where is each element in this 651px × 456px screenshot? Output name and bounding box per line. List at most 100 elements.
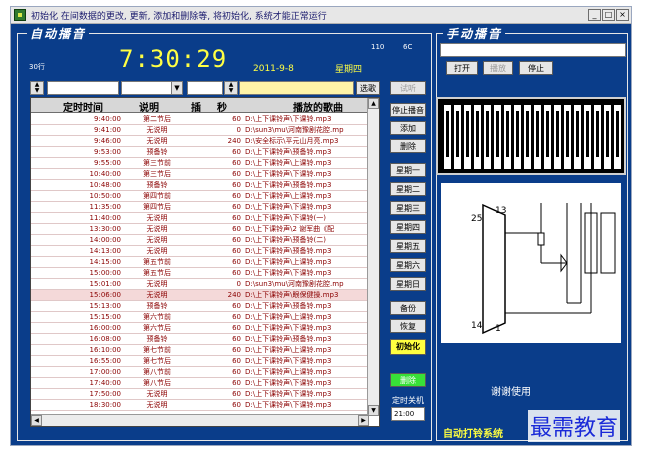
spectrum-gap <box>566 111 569 157</box>
col-desc: 说明 <box>139 103 159 114</box>
svg-text:1: 1 <box>495 324 501 334</box>
table-row[interactable]: 15:13:00 预备铃 60 D:\上下课铃声\预备铃.mp3 <box>31 301 379 312</box>
spectrum-gap <box>606 111 609 157</box>
table-row[interactable]: 11:40:00 无说明 60 D:\上下课铃声\下课铃(一) <box>31 213 379 224</box>
table-row[interactable]: 10:48:00 预备铃 60 D:\上下课铃声\预备铃.mp3 <box>31 180 379 191</box>
manual-group-title: 手动播音 <box>443 25 506 42</box>
open-button[interactable]: 打开 <box>446 61 478 75</box>
status-text: 自动打铃系统 <box>443 429 503 440</box>
row-divider <box>31 410 367 411</box>
weekday-button[interactable]: 星期二 <box>390 182 426 196</box>
vertical-scrollbar[interactable]: ▲ ▼ <box>367 98 379 416</box>
restore-button[interactable]: 恢复 <box>390 319 426 333</box>
table-row[interactable]: 16:55:00 第七节后 60 D:\上下课铃声\下课铃.mp3 <box>31 356 379 367</box>
table-row[interactable]: 14:15:00 第五节前 60 D:\上下课铃声\上课铃.mp3 <box>31 257 379 268</box>
shutdown-time-value: 21:00 <box>394 410 415 418</box>
scroll-up-icon[interactable]: ▲ <box>368 98 379 109</box>
seconds-spinner[interactable]: ▲ ▼ <box>224 81 238 95</box>
table-row[interactable]: 17:40:00 第八节后 60 D:\上下课铃声\下课铃.mp3 <box>31 378 379 389</box>
app-window: 初始化 在间数据的更改, 更新, 添加和删除等, 将初始化, 系统才能正常运行 … <box>10 6 632 446</box>
stop-broadcast-button[interactable]: 停止播音 <box>390 103 426 117</box>
col-song: 播放的歌曲 <box>293 103 343 114</box>
spectrum-gap <box>596 111 599 157</box>
col-seconds: 秒 <box>217 103 227 114</box>
green-delete-button[interactable]: 删除 <box>390 373 426 387</box>
table-row[interactable]: 18:30:00 无说明 60 D:\上下课铃声\下课铃.mp3 <box>31 400 379 411</box>
table-row[interactable]: 9:53:00 预备铃 60 D:\上下课铃声\预备铃.mp3 <box>31 147 379 158</box>
spectrum-gap <box>456 111 459 157</box>
desc-combo[interactable]: ▼ <box>121 81 183 95</box>
horizontal-scrollbar[interactable]: ◀ ▶ <box>31 414 369 426</box>
spectrum-gap <box>446 111 449 157</box>
table-row[interactable]: 15:06:00 无说明 240 D:\上下课铃声\眼保健操.mp3 <box>31 290 379 301</box>
select-song-button[interactable]: 选歌 <box>356 81 380 95</box>
svg-text:13: 13 <box>495 206 506 216</box>
spectrum-visualizer <box>436 97 626 175</box>
stop-button[interactable]: 停止 <box>519 61 553 75</box>
col-time: 定时时间 <box>63 103 103 114</box>
spectrum-gap <box>546 111 549 157</box>
backup-button[interactable]: 备份 <box>390 301 426 315</box>
minimize-button[interactable]: _ <box>588 9 601 21</box>
spectrum-gap <box>556 111 559 157</box>
spectrum-gap <box>506 111 509 157</box>
weekday-button[interactable]: 星期日 <box>390 277 426 291</box>
rows-label: 30行 <box>29 63 45 71</box>
shutdown-label: 定时关机 <box>392 396 424 405</box>
table-row[interactable]: 10:40:00 第三节后 60 D:\上下课铃声\下课铃.mp3 <box>31 169 379 180</box>
table-row[interactable]: 9:41:00 无说明 0 D:\sun3\mu\河南豫剧花腔.mp <box>31 125 379 136</box>
song-path-input[interactable] <box>239 81 354 95</box>
spectrum-gap <box>526 111 529 157</box>
weekday-display: 星期四 <box>335 65 363 75</box>
weekday-button[interactable]: 星期六 <box>390 258 426 272</box>
shutdown-time-combo[interactable]: 21:00 <box>391 407 425 421</box>
table-row[interactable]: 16:10:00 第七节前 60 D:\上下课铃声\上课铃.mp3 <box>31 345 379 356</box>
status-num-a: 110 <box>371 43 385 51</box>
table-row[interactable]: 17:00:00 第八节前 60 D:\上下课铃声\上课铃.mp3 <box>31 367 379 378</box>
table-row[interactable]: 16:08:00 预备铃 60 D:\上下课铃声\预备铃.mp3 <box>31 334 379 345</box>
table-row[interactable]: 9:46:00 无说明 240 D:\安全标示\平元山月亮.mp3 <box>31 136 379 147</box>
wiring-diagram: 25 14 13 1 <box>441 183 621 343</box>
schedule-table[interactable]: 定时时间 说明 插 秒 播放的歌曲 9:40:00 第二节后 60 D:\上下课铃声\… <box>30 97 380 427</box>
spectrum-gap <box>536 111 539 157</box>
scroll-right-icon[interactable]: ▶ <box>358 415 369 426</box>
table-row[interactable]: 14:00:00 无说明 60 D:\上下课铃声\预备铃(二) <box>31 235 379 246</box>
weekday-button[interactable]: 星期一 <box>390 163 426 177</box>
spinner-up-down[interactable]: ▲ ▼ <box>30 81 44 95</box>
play-button[interactable]: 播放 <box>483 61 513 75</box>
table-row[interactable]: 17:50:00 无说明 60 D:\上下课铃声\下课铃.mp3 <box>31 389 379 400</box>
app-icon <box>14 9 26 21</box>
table-row[interactable]: 9:40:00 第二节后 60 D:\上下课铃声\下课铃.mp3 <box>31 114 379 125</box>
chevron-down-icon[interactable]: ▼ <box>171 82 182 94</box>
table-row[interactable]: 14:13:00 无说明 60 D:\上下课铃声\预备铃.mp3 <box>31 246 379 257</box>
weekday-button[interactable]: 星期四 <box>390 220 426 234</box>
wiring-diagram-svg: 25 14 13 1 <box>471 203 616 335</box>
time-input[interactable] <box>47 81 119 95</box>
table-row[interactable]: 15:00:00 第五节后 60 D:\上下课铃声\下课铃.mp3 <box>31 268 379 279</box>
table-row[interactable]: 13:30:00 无说明 60 D:\上下课铃声\2 谢军曲《配 <box>31 224 379 235</box>
table-row[interactable]: 10:50:00 第四节前 60 D:\上下课铃声\上课铃.mp3 <box>31 191 379 202</box>
manual-song-input[interactable] <box>440 43 626 57</box>
preview-button[interactable]: 试听 <box>390 81 426 95</box>
scroll-down-icon[interactable]: ▼ <box>368 405 379 416</box>
maximize-button[interactable]: □ <box>602 9 615 21</box>
svg-text:25: 25 <box>471 214 482 224</box>
close-button[interactable]: × <box>616 9 629 21</box>
window-title: 初始化 在间数据的更改, 更新, 添加和删除等, 将初始化, 系统才能正常运行 <box>31 12 327 22</box>
weekday-button[interactable]: 星期三 <box>390 201 426 215</box>
scroll-left-icon[interactable]: ◀ <box>31 415 42 426</box>
table-row[interactable]: 11:35:00 第四节后 60 D:\上下课铃声\下课铃.mp3 <box>31 202 379 213</box>
table-row[interactable]: 16:00:00 第六节后 60 D:\上下课铃声\下课铃.mp3 <box>31 323 379 334</box>
spectrum-gap <box>576 111 579 157</box>
weekday-button[interactable]: 星期五 <box>390 239 426 253</box>
watermark-text: 最需教育 <box>528 410 621 442</box>
table-row[interactable]: 15:15:00 第六节前 60 D:\上下课铃声\上课铃.mp3 <box>31 312 379 323</box>
add-button[interactable]: 添加 <box>390 121 426 135</box>
table-row[interactable]: 9:55:00 第三节前 60 D:\上下课铃声\上课铃.mp3 <box>31 158 379 169</box>
seconds-input[interactable] <box>187 81 223 95</box>
spectrum-gap <box>616 111 619 157</box>
delete-button[interactable]: 删除 <box>390 139 426 153</box>
init-button[interactable]: 初始化 <box>390 339 426 355</box>
table-row[interactable]: 15:01:00 无说明 0 D:\sun3\mu\河南豫剧花腔.mp <box>31 279 379 290</box>
col-insert: 插 <box>191 103 201 114</box>
